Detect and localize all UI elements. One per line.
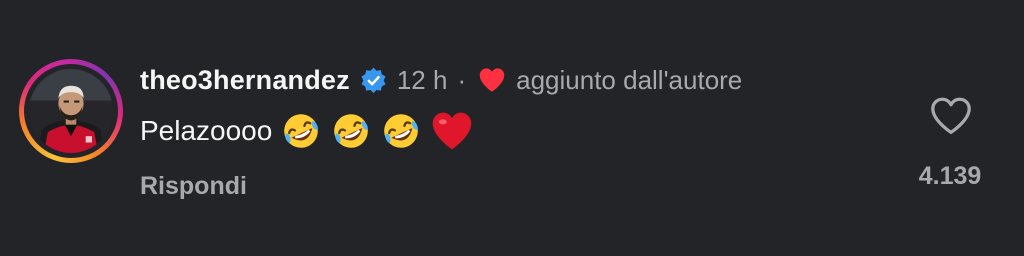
avatar: [29, 69, 113, 153]
rolling-laughing-emoji-icon: [380, 110, 422, 152]
separator-dot: ·: [457, 64, 467, 95]
avatar-photo: [29, 69, 113, 153]
comment-body: Pelazoooo: [140, 108, 474, 154]
username[interactable]: theo3hernandez: [140, 65, 350, 96]
author-like-label: aggiunto dall'autore: [516, 64, 743, 95]
like-count: 4.139: [918, 162, 982, 190]
comment-text: Pelazoooo: [140, 115, 273, 146]
reply-button[interactable]: Rispondi: [140, 172, 247, 201]
timestamp: 12 h: [396, 64, 448, 95]
rolling-laughing-emoji-icon: [330, 110, 372, 152]
red-heart-emoji-icon: [430, 110, 474, 152]
comment-header: theo3hernandez 12 h · aggiunto dall'auto…: [140, 61, 742, 99]
like-heart-icon[interactable]: [929, 96, 973, 136]
avatar-story-ring[interactable]: [19, 59, 123, 163]
author-liked-heart-icon: [478, 67, 506, 93]
comment-row: theo3hernandez 12 h · aggiunto dall'auto…: [0, 0, 1024, 256]
verified-badge-icon: [360, 67, 387, 94]
rolling-laughing-emoji-icon: [280, 110, 322, 152]
